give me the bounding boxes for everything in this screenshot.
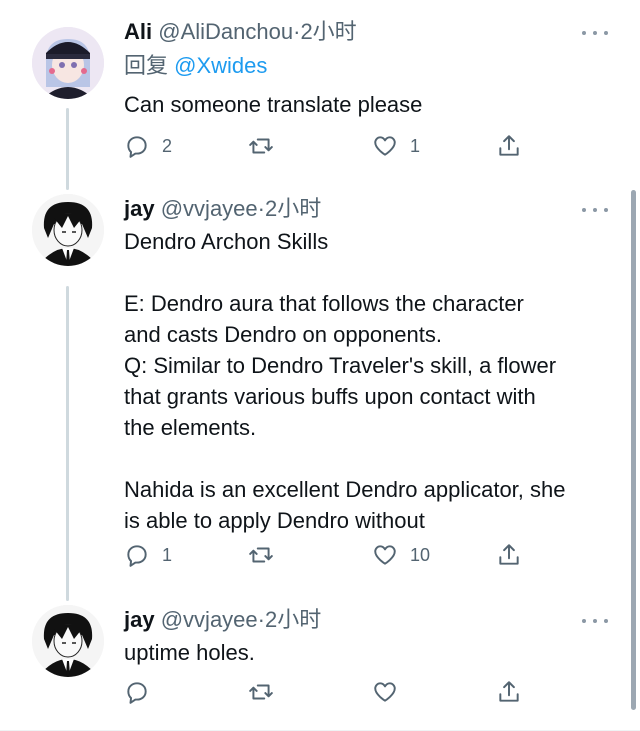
reply-prefix: 回复 xyxy=(124,53,169,78)
like-button[interactable]: 1 xyxy=(372,131,420,161)
share-button[interactable] xyxy=(496,131,522,161)
reply-button[interactable]: 1 xyxy=(124,540,172,570)
display-name[interactable]: jay xyxy=(124,196,155,221)
share-icon xyxy=(499,544,519,565)
tweet[interactable]: jay @vvjayee·2小时 uptime holes. xyxy=(0,605,640,725)
avatar[interactable] xyxy=(32,605,104,677)
tweet[interactable]: jay @vvjayee·2小时 Dendro Archon Skills E:… xyxy=(0,194,640,594)
retweet-button[interactable] xyxy=(248,677,286,707)
display-name[interactable]: Ali xyxy=(124,19,152,44)
scrollbar[interactable] xyxy=(631,190,636,710)
tweet-header: jay @vvjayee·2小时 xyxy=(124,605,321,635)
tweet-header: jay @vvjayee·2小时 xyxy=(124,194,321,224)
heart-icon xyxy=(374,545,396,565)
avatar[interactable] xyxy=(32,194,104,266)
tweet-text: Can someone translate please xyxy=(124,92,423,117)
heart-icon xyxy=(374,682,396,702)
reply-count: 1 xyxy=(162,544,173,565)
timestamp[interactable]: 2小时 xyxy=(265,196,321,221)
reply-button[interactable]: 2 xyxy=(124,131,172,161)
more-icon[interactable] xyxy=(582,25,608,41)
user-handle[interactable]: @vvjayee xyxy=(161,196,258,221)
user-handle[interactable]: @vvjayee xyxy=(161,607,258,632)
reply-count: 2 xyxy=(162,135,173,156)
share-icon xyxy=(499,681,519,702)
avatar-image xyxy=(32,194,104,266)
tweet-text: Dendro Archon Skills E: Dendro aura that… xyxy=(124,229,566,533)
timestamp[interactable]: 2小时 xyxy=(265,607,321,632)
timestamp[interactable]: 2小时 xyxy=(300,19,356,44)
more-icon[interactable] xyxy=(582,202,608,218)
separator-dot: · xyxy=(257,607,265,632)
separator-dot: · xyxy=(257,196,265,221)
retweet-button[interactable] xyxy=(248,131,286,161)
avatar-image xyxy=(32,27,104,99)
retweet-icon xyxy=(249,684,273,700)
reply-to-line: 回复 @Xwides xyxy=(124,51,267,81)
action-bar: 2 1 xyxy=(124,131,524,161)
like-button[interactable]: 10 xyxy=(372,540,430,570)
display-name[interactable]: jay xyxy=(124,607,155,632)
like-count: 10 xyxy=(410,544,431,565)
more-icon[interactable] xyxy=(582,613,608,629)
action-bar xyxy=(124,677,524,707)
share-button[interactable] xyxy=(496,677,522,707)
retweet-icon xyxy=(249,547,273,563)
share-button[interactable] xyxy=(496,540,522,570)
reply-button[interactable] xyxy=(124,677,162,707)
reply-icon xyxy=(127,682,147,704)
user-handle[interactable]: @AliDanchou xyxy=(158,19,293,44)
like-button[interactable] xyxy=(372,677,410,707)
tweet[interactable]: Ali @AliDanchou·2小时 回复 @Xwides Can someo… xyxy=(0,17,640,177)
retweet-button[interactable] xyxy=(248,540,286,570)
tweet-header: Ali @AliDanchou·2小时 xyxy=(124,17,357,47)
reply-mention-link[interactable]: @Xwides xyxy=(174,53,267,78)
reply-icon xyxy=(127,136,147,158)
reply-icon xyxy=(127,545,147,567)
tweet-text: uptime holes. xyxy=(124,640,255,665)
heart-icon xyxy=(374,136,396,156)
share-icon xyxy=(499,135,519,156)
retweet-icon xyxy=(249,138,273,154)
avatar-image xyxy=(32,605,104,677)
like-count: 1 xyxy=(410,135,421,156)
avatar[interactable] xyxy=(32,27,104,99)
action-bar: 1 10 xyxy=(124,540,524,570)
